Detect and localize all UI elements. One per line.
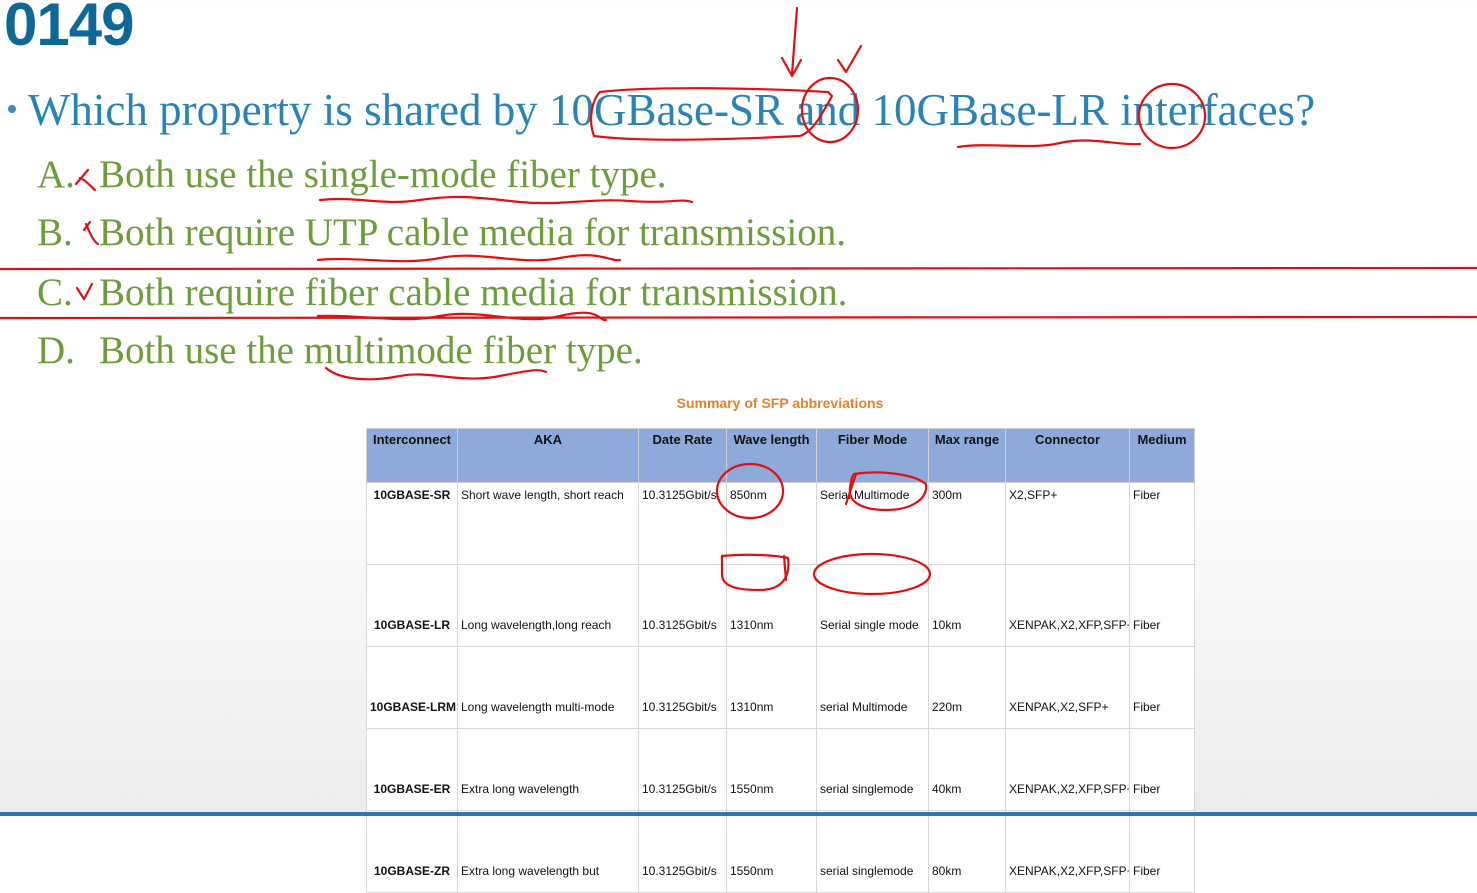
cell-fiber-mode: serial singlemode (816, 810, 929, 893)
option-d[interactable]: D. Both use the multimode fiber type. (37, 328, 643, 373)
table-title: Summary of SFP abbreviations (676, 395, 884, 411)
table-row: 10GBASE-ZR Extra long wavelength but 10.… (366, 810, 1195, 893)
cell-connector: XENPAK,X2,SFP+ (1005, 646, 1130, 729)
header-connector: Connector (1005, 428, 1130, 483)
cell-interconnect: 10GBASE-LRM (366, 646, 458, 729)
cell-connector: XENPAK,X2,XFP,SFP+ (1005, 564, 1130, 647)
cell-date-rate: 10.3125Gbit/s (638, 810, 727, 893)
cell-interconnect: 10GBASE-LR (366, 564, 458, 647)
bullet: • (6, 91, 18, 128)
question-text: • Which property is shared by 10GBase-SR … (6, 84, 1315, 136)
option-c[interactable]: C. Both require fiber cable media for tra… (37, 270, 847, 315)
cell-interconnect: 10GBASE-ER (366, 728, 458, 811)
table-header-row: Interconnect AKA Date Rate Wave length F… (366, 428, 1195, 483)
highlight-bottom-line (0, 315, 1477, 320)
cell-medium: Fiber (1129, 810, 1195, 893)
header-medium: Medium (1129, 428, 1195, 483)
header-aka: AKA (457, 428, 639, 483)
cell-fiber-mode: serial singlemode (816, 728, 929, 811)
table-row: 10GBASE-ER Extra long wavelength 10.3125… (366, 728, 1195, 811)
question-label: Which property is shared by 10GBase-SR a… (27, 85, 1316, 135)
cell-max-range: 80km (928, 810, 1006, 893)
option-letter: A. (37, 153, 75, 196)
cell-fiber-mode: Serial single mode (816, 564, 929, 647)
bottom-bar (0, 812, 1477, 816)
cell-aka: Long wavelength multi-mode (457, 646, 639, 729)
option-text: Both require UTP cable media for transmi… (99, 211, 846, 254)
cell-date-rate: 10.3125Gbit/s (638, 482, 727, 565)
header-interconnect: Interconnect (366, 428, 458, 483)
down-arrow-annotation (780, 6, 803, 78)
cell-fiber-mode: serial Multimode (816, 646, 929, 729)
table-row: 10GBASE-LRM Long wavelength multi-mode 1… (366, 646, 1195, 729)
cell-connector: X2,SFP+ (1005, 482, 1130, 565)
underline-10gbase-lr (956, 139, 1142, 149)
underline-single-mode (318, 195, 694, 205)
header-fiber-mode: Fiber Mode (816, 428, 929, 483)
cell-aka: Extra long wavelength but (457, 810, 639, 893)
underline-utp (316, 254, 622, 263)
cell-date-rate: 10.3125Gbit/s (638, 728, 727, 811)
question-number: 0149 (4, 0, 134, 58)
header-wave-length: Wave length (726, 428, 817, 483)
option-letter: D. (37, 329, 75, 372)
cell-wave-length: 1550nm (726, 728, 817, 811)
cell-interconnect: 10GBASE-ZR (366, 810, 458, 893)
cell-wave-length: 1310nm (726, 564, 817, 647)
table-row: 10GBASE-SR Short wave length, short reac… (366, 482, 1195, 565)
cell-wave-length: 1310nm (726, 646, 817, 729)
cell-aka: Long wavelength,long reach (457, 564, 639, 647)
cell-medium: Fiber (1129, 728, 1195, 811)
cell-interconnect: 10GBASE-SR (366, 482, 458, 565)
option-letter: B. (37, 211, 73, 254)
cell-medium: Fiber (1129, 646, 1195, 729)
cell-date-rate: 10.3125Gbit/s (638, 646, 727, 729)
option-b[interactable]: B. Both require UTP cable media for trans… (37, 210, 846, 255)
option-text: Both require fiber cable media for trans… (99, 271, 848, 314)
sfp-table: Interconnect AKA Date Rate Wave length F… (366, 428, 1195, 893)
check-annotation (836, 44, 863, 74)
cell-connector: XENPAK,X2,XFP,SFP+ (1005, 810, 1130, 893)
cell-max-range: 220m (928, 646, 1006, 729)
cell-fiber-mode: Serial Multimode (816, 482, 929, 565)
cell-max-range: 40km (928, 728, 1006, 811)
cell-aka: Extra long wavelength (457, 728, 639, 811)
table-row: 10GBASE-LR Long wavelength,long reach 10… (366, 564, 1195, 647)
option-text: Both use the multimode fiber type. (99, 329, 643, 372)
option-letter: C. (37, 271, 73, 314)
highlight-top-line (0, 266, 1477, 271)
option-a[interactable]: A. Both use the single-mode fiber type. (37, 152, 667, 197)
cell-connector: XENPAK,X2,XFP,SFP+ (1005, 728, 1130, 811)
cell-medium: Fiber (1129, 564, 1195, 647)
header-max-range: Max range (928, 428, 1006, 483)
option-text: Both use the single-mode fiber type. (99, 153, 667, 196)
cell-max-range: 10km (928, 564, 1006, 647)
cell-date-rate: 10.3125Gbit/s (638, 564, 727, 647)
cell-medium: Fiber (1129, 482, 1195, 565)
cell-wave-length: 850nm (726, 482, 817, 565)
header-date-rate: Date Rate (638, 428, 727, 483)
cell-aka: Short wave length, short reach (457, 482, 639, 565)
cell-max-range: 300m (928, 482, 1006, 565)
cell-wave-length: 1550nm (726, 810, 817, 893)
